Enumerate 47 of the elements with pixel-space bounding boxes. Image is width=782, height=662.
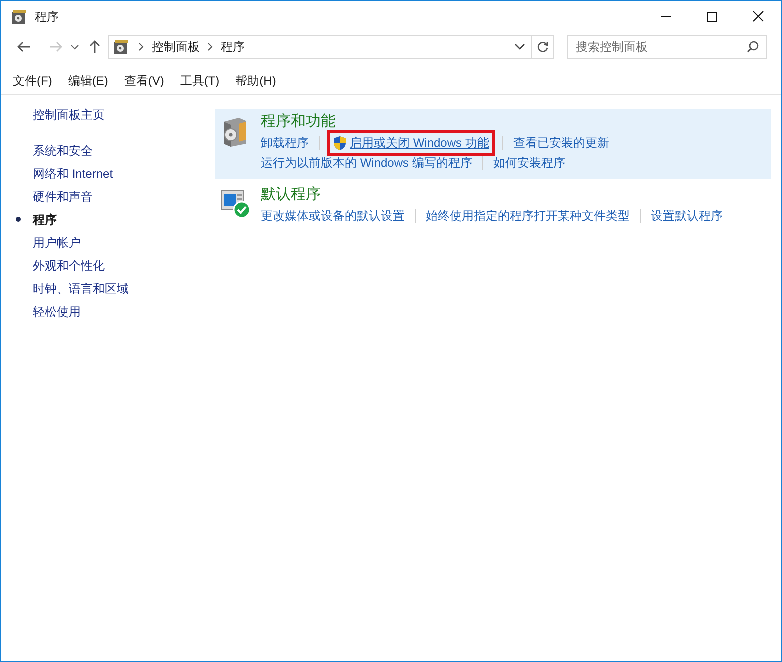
sidebar-item[interactable]: 程序 <box>33 210 57 228</box>
sidebar-link[interactable]: 控制面板主页 <box>33 106 215 126</box>
current-bullet-icon <box>16 217 21 222</box>
task-link[interactable]: 查看已安装的更新 <box>513 134 610 152</box>
close-icon <box>752 11 764 22</box>
chevron-icon <box>139 43 144 51</box>
refresh-icon <box>536 41 548 53</box>
task-link[interactable]: 设置默认程序 <box>651 207 723 225</box>
sidebar-item[interactable]: 外观和个性化 <box>33 256 105 274</box>
dropdown-icon <box>515 44 525 50</box>
sidebar-item[interactable]: 系统和安全 <box>33 142 93 160</box>
window-title: 程序 <box>35 8 59 26</box>
sidebar-item[interactable]: 轻松使用 <box>33 302 81 320</box>
task-link[interactable]: 如何安装程序 <box>493 154 566 172</box>
forward-arrow-icon <box>49 41 63 53</box>
task-link[interactable]: 更改媒体或设备的默认设置 <box>261 207 405 225</box>
shield-icon <box>333 136 347 150</box>
menu-item[interactable]: 编辑(E) <box>60 72 116 90</box>
breadcrumb-item[interactable]: 控制面板 <box>150 38 202 56</box>
task-link[interactable]: 运行为以前版本的 Windows 编写的程序 <box>261 154 472 172</box>
menu-item[interactable]: 查看(V) <box>116 72 172 90</box>
chevron-down-icon <box>71 44 79 50</box>
location-icon <box>113 39 129 55</box>
sidebar-item[interactable]: 时钟、语言和区域 <box>33 280 129 298</box>
back-arrow-icon <box>17 41 31 53</box>
task-link[interactable]: 始终使用指定的程序打开某种文件类型 <box>426 207 630 225</box>
menu-item[interactable]: 工具(T) <box>172 72 228 90</box>
sidebar-item[interactable]: 硬件和声音 <box>33 188 93 206</box>
chevron-icon <box>208 43 213 51</box>
menu-item[interactable]: 帮助(H) <box>228 72 284 90</box>
search-icon <box>747 41 759 53</box>
task-link[interactable]: 卸载程序 <box>261 134 309 152</box>
menu-item[interactable]: 文件(F) <box>5 72 60 90</box>
category-title[interactable]: 程序和功能 <box>261 111 610 133</box>
category-title[interactable]: 默认程序 <box>261 184 723 206</box>
default-programs-icon <box>221 189 251 219</box>
breadcrumb-item[interactable]: 程序 <box>219 38 247 56</box>
software-box-icon <box>221 116 249 148</box>
maximize-icon <box>707 12 717 22</box>
sidebar-item[interactable]: 用户帐户 <box>33 234 81 252</box>
address-bar[interactable]: 控制面板 程序 <box>108 35 554 59</box>
up-arrow-icon <box>89 40 101 54</box>
minimize-icon <box>661 16 671 17</box>
sidebar-item[interactable]: 网络和 Internet <box>33 164 114 182</box>
search-field[interactable]: 搜索控制面板 <box>567 35 767 59</box>
task-link[interactable]: 启用或关闭 Windows 功能 <box>330 133 492 153</box>
app-icon <box>11 8 27 24</box>
